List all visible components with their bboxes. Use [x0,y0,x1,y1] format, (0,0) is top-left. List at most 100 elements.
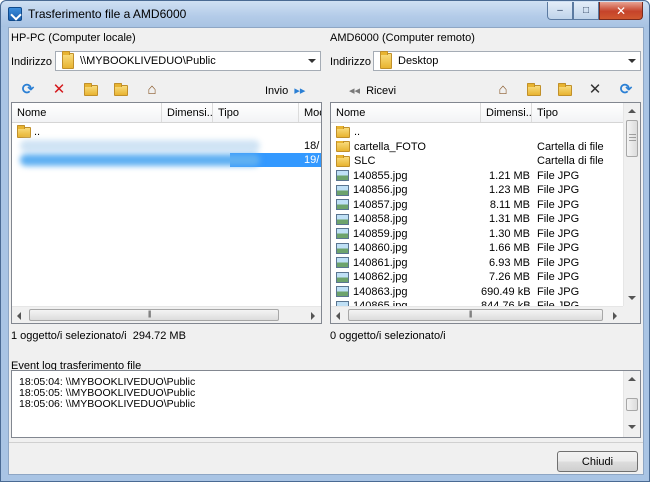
scroll-right-icon[interactable] [613,312,617,320]
delete-icon[interactable]: ✕ [51,81,67,98]
jpg-icon [336,213,349,225]
scroll-thumb[interactable]: ||| [348,309,603,321]
column-name[interactable]: Nome [12,103,162,122]
file-size: 8.11 MB [489,198,530,211]
remote-address-dropdown[interactable]: Desktop [373,51,641,71]
list-item[interactable]: 140861.jpg 6.93 MB File JPG [331,256,623,270]
vertical-scrollbar[interactable]: ― ― ― [623,103,640,306]
file-type: File JPG [537,184,580,196]
list-item[interactable]: cartella_FOTO Cartella di file [331,140,623,154]
file-name: .. [354,126,361,138]
scroll-left-icon[interactable] [17,312,21,320]
list-item[interactable]: 140862.jpg 7.26 MB File JPG [331,270,623,284]
close-button[interactable]: Chiudi [557,451,638,472]
home-icon[interactable]: ⌂ [144,81,160,98]
jpg-icon [336,170,349,181]
title-bar[interactable]: Trasferimento file a AMD6000 – □ ✕ [1,1,649,27]
list-item[interactable]: SLC Cartella di file [331,154,623,168]
file-date: 19/ [304,154,320,166]
delete-icon[interactable]: ✕ [587,81,603,98]
new-folder-icon[interactable] [83,82,99,98]
list-item[interactable]: 140857.jpg 8.11 MB File JPG [331,198,623,212]
file-name: 140861.jpg [353,256,408,269]
file-type: File JPG [537,256,580,269]
remote-address-value: Desktop [398,55,439,67]
file-name: 140856.jpg [353,184,408,196]
local-file-list[interactable]: Nome Dimensi... Tipo Moc .. 18/ 19/ [11,102,322,324]
file-name: 140855.jpg [353,169,408,182]
list-item[interactable]: 18/ [12,139,321,153]
receive-button[interactable]: ◂◂ Ricevi [349,84,396,97]
list-item[interactable]: .. [12,124,321,139]
horizontal-scrollbar[interactable]: ||| [12,306,321,323]
file-type: File JPG [537,213,580,225]
scroll-up-icon[interactable] [628,109,636,113]
file-name: 140862.jpg [353,271,408,283]
column-type[interactable]: Tipo [532,103,623,122]
log-scrollbar[interactable] [623,371,640,437]
scroll-thumb[interactable]: ||| [29,309,279,321]
folder-icon [336,155,350,167]
list-item[interactable]: .. [331,125,623,139]
column-type[interactable]: Tipo [213,103,299,122]
parent-folder-icon[interactable] [113,82,129,98]
file-name: 140859.jpg [353,227,408,240]
event-log[interactable]: 18:05:04: \\MYBOOKLIVEDUO\Public 18:05:0… [11,370,641,438]
refresh-icon[interactable]: ⟳ [618,81,634,98]
column-size[interactable]: Dimensi... [162,103,213,122]
scroll-left-icon[interactable] [336,312,340,320]
file-type: File JPG [537,227,580,240]
column-modified[interactable]: Moc [299,103,321,122]
send-button[interactable]: Invio ▸▸ [265,84,305,97]
new-folder-icon[interactable] [557,82,573,98]
local-list-header: Nome Dimensi... Tipo Moc [12,103,321,123]
file-size: 1.66 MB [489,242,530,254]
file-name: 140857.jpg [353,198,408,211]
chevron-down-icon[interactable] [304,52,320,70]
file-size: 7.26 MB [489,271,530,283]
list-item[interactable]: 140859.jpg 1.30 MB File JPG [331,227,623,241]
column-size[interactable]: Dimensi... [481,103,532,122]
refresh-icon[interactable]: ⟳ [20,81,36,98]
chevron-down-icon[interactable] [624,52,640,70]
minimize-button[interactable]: – [547,2,573,20]
local-address-label: Indirizzo [11,56,52,68]
remote-file-list[interactable]: Nome Dimensi... Tipo .. cartella_FOTO Cart… [330,102,641,324]
scroll-corner [623,306,640,323]
scroll-down-icon[interactable] [628,296,636,300]
file-type: File JPG [537,242,580,254]
folder-icon [62,51,74,69]
jpg-icon [336,228,349,239]
horizontal-scrollbar[interactable]: ||| [331,306,623,323]
list-item[interactable]: 140863.jpg 690.49 kB File JPG [331,285,623,299]
file-type: Cartella di file [537,155,604,167]
local-address-dropdown[interactable]: \\MYBOOKLIVEDUO\Public [55,51,321,71]
redacted-filename [20,140,260,152]
parent-folder-icon[interactable] [526,82,542,98]
maximize-button[interactable]: □ [573,2,599,20]
list-item[interactable]: 140855.jpg 1.21 MB File JPG [331,169,623,183]
list-item[interactable]: 140858.jpg 1.31 MB File JPG [331,212,623,226]
scroll-down-icon[interactable] [628,425,636,429]
file-size: 6.93 MB [489,256,530,269]
jpg-icon [336,242,349,254]
file-name: .. [34,126,41,138]
list-item[interactable]: 19/ [12,153,321,167]
file-name: cartella_FOTO [354,140,426,153]
remote-address-label: Indirizzo [330,56,371,68]
jpg-icon [336,257,349,268]
remote-pane-title: AMD6000 (Computer remoto) [330,32,475,44]
home-icon[interactable]: ⌂ [495,81,511,98]
close-window-button[interactable]: ✕ [599,2,643,20]
scroll-up-icon[interactable] [628,377,636,381]
scroll-thumb[interactable] [626,398,638,411]
column-name[interactable]: Nome [331,103,481,122]
scroll-right-icon[interactable] [311,312,315,320]
receive-arrow-icon: ◂◂ [349,85,361,97]
list-item[interactable]: 140856.jpg 1.23 MB File JPG [331,183,623,197]
local-selection-count: 1 oggetto/i selezionato/i [11,330,127,342]
scroll-thumb[interactable]: ― ― ― [626,120,638,157]
file-name: 140860.jpg [353,242,408,254]
list-item[interactable]: 140860.jpg 1.66 MB File JPG [331,241,623,255]
local-pane-title: HP-PC (Computer locale) [11,32,136,44]
